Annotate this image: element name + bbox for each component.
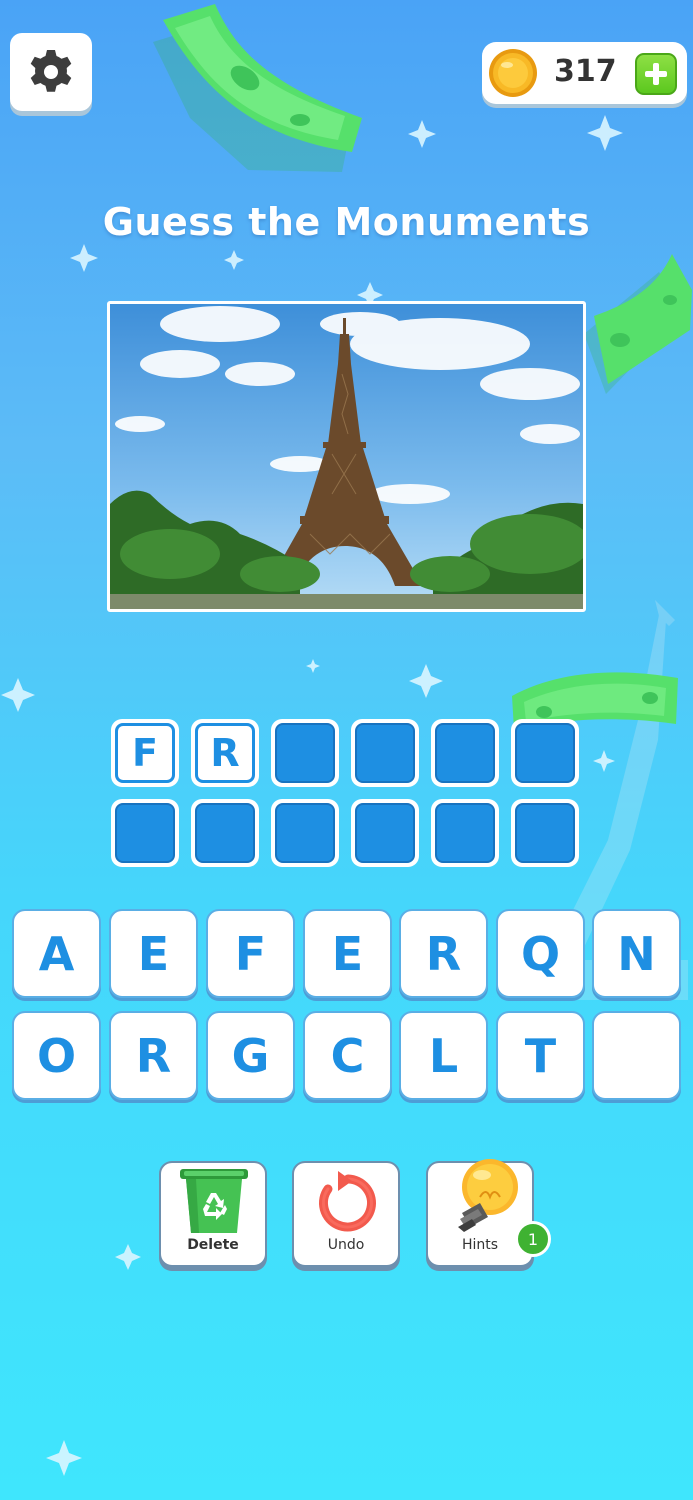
undo-button[interactable]: Undo bbox=[292, 1161, 400, 1267]
answer-slot-letter: F bbox=[115, 723, 175, 783]
answer-slot-empty bbox=[435, 803, 495, 863]
answer-slot[interactable]: R bbox=[191, 719, 259, 787]
hints-count-badge: 1 bbox=[515, 1221, 551, 1257]
letter-key[interactable]: R bbox=[109, 1011, 198, 1100]
answer-slot-letter: R bbox=[195, 723, 255, 783]
answer-slot[interactable] bbox=[431, 799, 499, 867]
letter-key[interactable]: N bbox=[592, 909, 681, 998]
settings-button[interactable] bbox=[10, 33, 92, 111]
letter-key[interactable]: F bbox=[206, 909, 295, 998]
puzzle-image bbox=[107, 301, 586, 612]
letter-key[interactable]: E bbox=[109, 909, 198, 998]
add-coins-button[interactable] bbox=[635, 53, 677, 95]
plus-icon bbox=[645, 63, 667, 85]
answer-slot-empty bbox=[355, 803, 415, 863]
letter-key[interactable]: G bbox=[206, 1011, 295, 1100]
coin-icon bbox=[489, 49, 537, 97]
delete-label: Delete bbox=[187, 1237, 239, 1253]
recycle-bin-icon bbox=[180, 1169, 248, 1233]
answer-slot-empty bbox=[115, 803, 175, 863]
letter-key[interactable]: C bbox=[303, 1011, 392, 1100]
letter-key[interactable]: T bbox=[496, 1011, 585, 1100]
answer-slot-empty bbox=[515, 803, 575, 863]
answer-slot-empty bbox=[275, 723, 335, 783]
answer-slot[interactable] bbox=[351, 799, 419, 867]
letter-key[interactable]: Q bbox=[496, 909, 585, 998]
answer-slot[interactable] bbox=[271, 799, 339, 867]
answer-slot-empty bbox=[275, 803, 335, 863]
coin-count: 317 bbox=[554, 54, 617, 89]
letter-key[interactable]: A bbox=[12, 909, 101, 998]
letter-key[interactable]: E bbox=[303, 909, 392, 998]
answer-slot[interactable] bbox=[511, 719, 579, 787]
answer-slot[interactable] bbox=[271, 719, 339, 787]
answer-slot-empty bbox=[435, 723, 495, 783]
puzzle-title: Guess the Monuments bbox=[102, 200, 591, 244]
eiffel-tower-photo bbox=[110, 304, 583, 609]
letter-key[interactable]: L bbox=[399, 1011, 488, 1100]
letter-key[interactable]: R bbox=[399, 909, 488, 998]
answer-slot[interactable] bbox=[431, 719, 499, 787]
answer-slot-empty bbox=[195, 803, 255, 863]
answer-slot-empty bbox=[355, 723, 415, 783]
coin-counter: 317 bbox=[482, 42, 687, 104]
answer-slot[interactable] bbox=[191, 799, 259, 867]
answer-slot[interactable] bbox=[511, 799, 579, 867]
letter-key-empty[interactable] bbox=[592, 1011, 681, 1100]
lightbulb-icon bbox=[458, 1159, 518, 1232]
answer-slot[interactable] bbox=[351, 719, 419, 787]
gear-icon bbox=[30, 50, 72, 92]
answer-slot[interactable] bbox=[111, 799, 179, 867]
hints-button[interactable]: Hints bbox=[426, 1159, 534, 1267]
delete-button[interactable]: Delete bbox=[159, 1161, 267, 1267]
undo-icon bbox=[319, 1171, 376, 1232]
letter-key[interactable]: O bbox=[12, 1011, 101, 1100]
answer-slot[interactable]: F bbox=[111, 719, 179, 787]
undo-label: Undo bbox=[327, 1237, 365, 1253]
answer-slot-empty bbox=[515, 723, 575, 783]
